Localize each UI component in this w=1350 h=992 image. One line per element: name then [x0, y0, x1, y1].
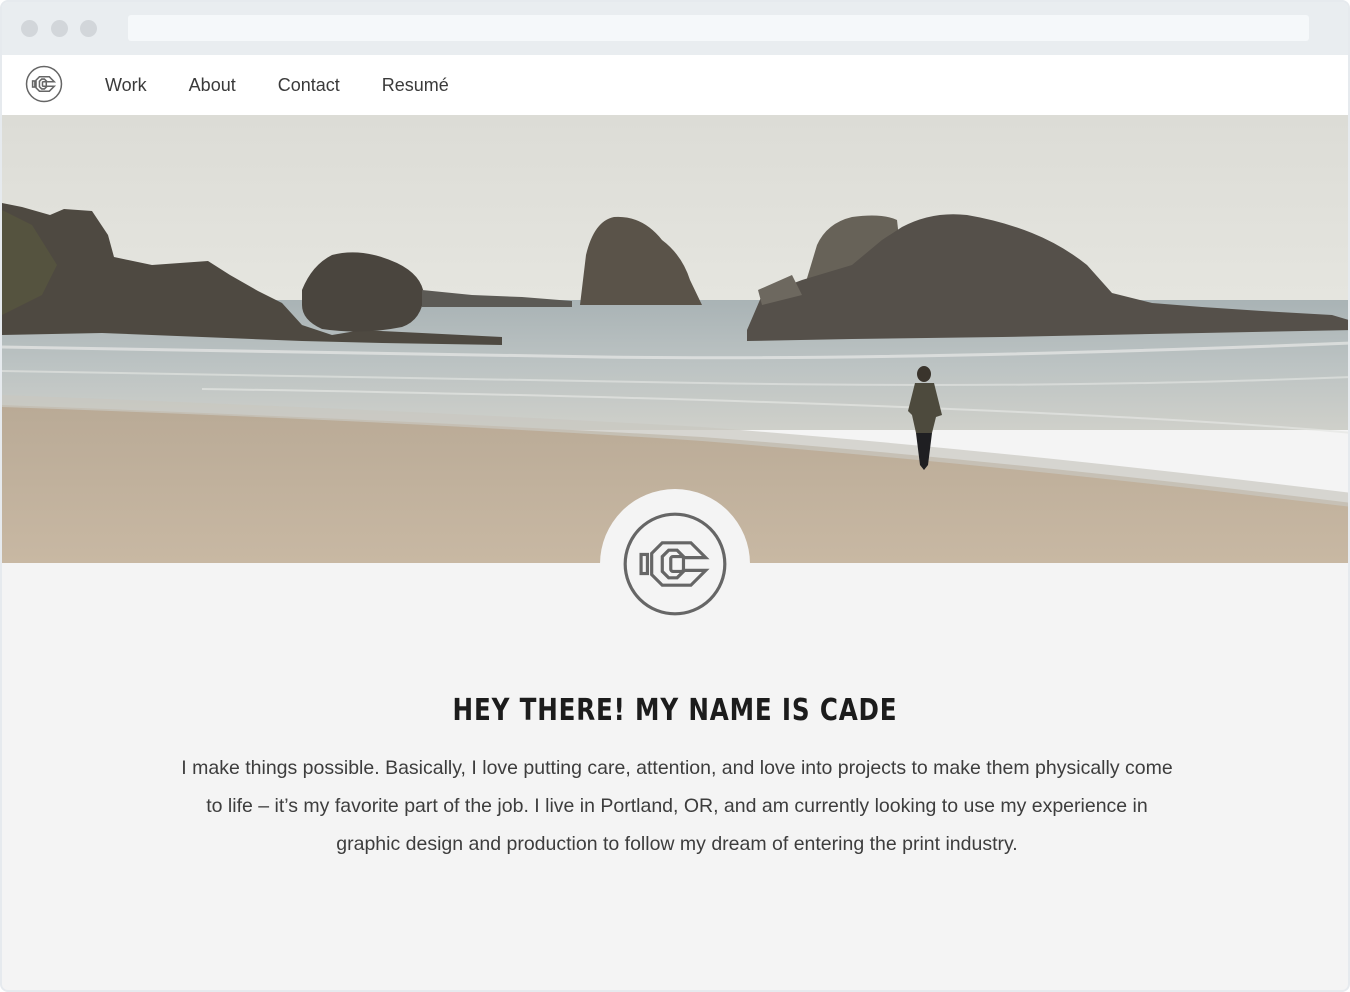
browser-window: Work About Contact Resumé HEY THERE! MY … — [0, 0, 1350, 992]
nav-item-about[interactable]: About — [189, 75, 236, 96]
nav-links: Work About Contact Resumé — [105, 55, 491, 115]
window-minimize-dot[interactable] — [51, 20, 68, 37]
nav-item-resume[interactable]: Resumé — [382, 75, 449, 96]
browser-chrome — [2, 2, 1348, 55]
page-title: HEY THERE! MY NAME IS CADE — [452, 693, 898, 728]
window-close-dot[interactable] — [21, 20, 38, 37]
nav-item-work[interactable]: Work — [105, 75, 147, 96]
cade-monogram-icon — [623, 512, 727, 616]
bio-paragraph: I make things possible. Basically, I lov… — [181, 757, 1173, 855]
site-navigation: Work About Contact Resumé — [2, 55, 1348, 115]
cade-monogram-icon[interactable] — [25, 65, 63, 103]
nav-item-contact[interactable]: Contact — [278, 75, 340, 96]
window-maximize-dot[interactable] — [80, 20, 97, 37]
address-bar[interactable] — [128, 15, 1309, 41]
